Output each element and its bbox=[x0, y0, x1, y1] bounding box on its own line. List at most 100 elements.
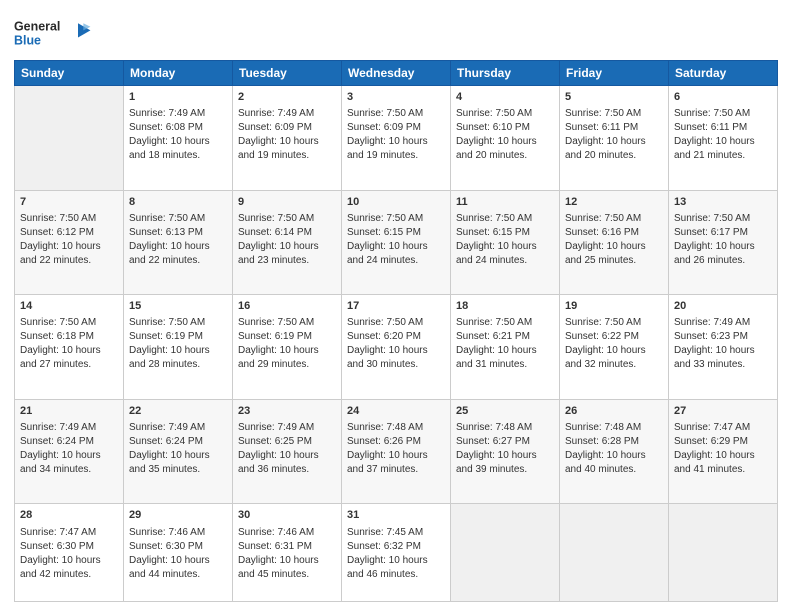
day-number: 6 bbox=[674, 90, 772, 105]
day-number: 30 bbox=[238, 508, 336, 523]
calendar-cell: 11Sunrise: 7:50 AM Sunset: 6:15 PM Dayli… bbox=[451, 190, 560, 295]
calendar-cell: 15 Sunrise: 7:50 AM Sunset: 6:19 PM Dayli… bbox=[124, 295, 233, 400]
day-info: Sunrise: 7:48 AM Sunset: 6:28 PM Dayligh… bbox=[565, 421, 663, 477]
day-number: 18 bbox=[456, 299, 554, 314]
day-number: 9 bbox=[238, 195, 336, 210]
day-number: 24 bbox=[347, 404, 445, 419]
day-info: Sunrise: 7:50 AM Sunset: 6:15 PM Dayligh… bbox=[347, 212, 445, 268]
weekday-header-row: SundayMondayTuesdayWednesdayThursdayFrid… bbox=[15, 61, 778, 86]
weekday-header-monday: Monday bbox=[124, 61, 233, 86]
day-info: Sunrise: 7:50 AM Sunset: 6:16 PM Dayligh… bbox=[565, 212, 663, 268]
day-info: Sunrise: 7:50 AM Sunset: 6:13 PM Dayligh… bbox=[129, 212, 227, 268]
calendar-cell: 14 Sunrise: 7:50 AM Sunset: 6:18 PM Dayli… bbox=[15, 295, 124, 400]
day-number: 20 bbox=[674, 299, 772, 314]
day-info: Sunrise: 7:49 AM Sunset: 6:24 PM Dayligh… bbox=[129, 421, 227, 477]
day-info: Sunrise: 7:50 AM Sunset: 6:15 PM Dayligh… bbox=[456, 212, 554, 268]
calendar-cell: 12 Sunrise: 7:50 AM Sunset: 6:16 PM Dayli… bbox=[560, 190, 669, 295]
day-number: 23 bbox=[238, 404, 336, 419]
calendar-cell: 19 Sunrise: 7:50 AM Sunset: 6:22 PM Dayli… bbox=[560, 295, 669, 400]
day-number: 1 bbox=[129, 90, 227, 105]
calendar-table: SundayMondayTuesdayWednesdayThursdayFrid… bbox=[14, 60, 778, 602]
weekday-header-sunday: Sunday bbox=[15, 61, 124, 86]
calendar-cell: 23Sunrise: 7:49 AM Sunset: 6:25 PM Dayli… bbox=[233, 399, 342, 504]
calendar-cell: 18Sunrise: 7:50 AM Sunset: 6:21 PM Dayli… bbox=[451, 295, 560, 400]
calendar-cell: 21 Sunrise: 7:49 AM Sunset: 6:24 PM Dayli… bbox=[15, 399, 124, 504]
svg-text:Blue: Blue bbox=[14, 34, 41, 48]
day-number: 26 bbox=[565, 404, 663, 419]
day-info: Sunrise: 7:49 AM Sunset: 6:23 PM Dayligh… bbox=[674, 316, 772, 372]
day-info: Sunrise: 7:47 AM Sunset: 6:29 PM Dayligh… bbox=[674, 421, 772, 477]
day-number: 10 bbox=[347, 195, 445, 210]
calendar-cell: 1 Sunrise: 7:49 AM Sunset: 6:08 PM Daylig… bbox=[124, 86, 233, 191]
day-info: Sunrise: 7:49 AM Sunset: 6:09 PM Dayligh… bbox=[238, 107, 336, 163]
day-number: 8 bbox=[129, 195, 227, 210]
calendar-cell: 28 Sunrise: 7:47 AM Sunset: 6:30 PM Dayli… bbox=[15, 504, 124, 602]
calendar-cell: 7 Sunrise: 7:50 AM Sunset: 6:12 PM Daylig… bbox=[15, 190, 124, 295]
day-number: 17 bbox=[347, 299, 445, 314]
day-info: Sunrise: 7:50 AM Sunset: 6:18 PM Dayligh… bbox=[20, 316, 118, 372]
day-number: 27 bbox=[674, 404, 772, 419]
calendar-week-1: 1 Sunrise: 7:49 AM Sunset: 6:08 PM Daylig… bbox=[15, 86, 778, 191]
day-number: 4 bbox=[456, 90, 554, 105]
day-info: Sunrise: 7:50 AM Sunset: 6:11 PM Dayligh… bbox=[674, 107, 772, 163]
calendar-cell: 20 Sunrise: 7:49 AM Sunset: 6:23 PM Dayli… bbox=[669, 295, 778, 400]
weekday-header-tuesday: Tuesday bbox=[233, 61, 342, 86]
calendar-cell bbox=[669, 504, 778, 602]
day-info: Sunrise: 7:50 AM Sunset: 6:19 PM Dayligh… bbox=[238, 316, 336, 372]
calendar-cell bbox=[560, 504, 669, 602]
day-number: 25 bbox=[456, 404, 554, 419]
day-number: 28 bbox=[20, 508, 118, 523]
weekday-header-wednesday: Wednesday bbox=[342, 61, 451, 86]
calendar-cell: 13 Sunrise: 7:50 AM Sunset: 6:17 PM Dayli… bbox=[669, 190, 778, 295]
day-info: Sunrise: 7:50 AM Sunset: 6:11 PM Dayligh… bbox=[565, 107, 663, 163]
day-info: Sunrise: 7:50 AM Sunset: 6:10 PM Dayligh… bbox=[456, 107, 554, 163]
day-number: 31 bbox=[347, 508, 445, 523]
day-info: Sunrise: 7:50 AM Sunset: 6:19 PM Dayligh… bbox=[129, 316, 227, 372]
calendar-cell: 30 Sunrise: 7:46 AM Sunset: 6:31 PM Dayli… bbox=[233, 504, 342, 602]
calendar-cell: 10 Sunrise: 7:50 AM Sunset: 6:15 PM Dayli… bbox=[342, 190, 451, 295]
day-number: 7 bbox=[20, 195, 118, 210]
calendar-week-3: 14 Sunrise: 7:50 AM Sunset: 6:18 PM Dayli… bbox=[15, 295, 778, 400]
day-number: 14 bbox=[20, 299, 118, 314]
calendar-cell: 3 Sunrise: 7:50 AM Sunset: 6:09 PM Daylig… bbox=[342, 86, 451, 191]
day-number: 2 bbox=[238, 90, 336, 105]
day-info: Sunrise: 7:47 AM Sunset: 6:30 PM Dayligh… bbox=[20, 526, 118, 582]
calendar-cell: 8 Sunrise: 7:50 AM Sunset: 6:13 PM Daylig… bbox=[124, 190, 233, 295]
calendar-cell: 31Sunrise: 7:45 AM Sunset: 6:32 PM Dayli… bbox=[342, 504, 451, 602]
day-info: Sunrise: 7:49 AM Sunset: 6:08 PM Dayligh… bbox=[129, 107, 227, 163]
day-number: 29 bbox=[129, 508, 227, 523]
page: General Blue SundayMondayTuesdayWednesda… bbox=[0, 0, 792, 612]
day-number: 22 bbox=[129, 404, 227, 419]
weekday-header-thursday: Thursday bbox=[451, 61, 560, 86]
day-info: Sunrise: 7:46 AM Sunset: 6:30 PM Dayligh… bbox=[129, 526, 227, 582]
day-info: Sunrise: 7:46 AM Sunset: 6:31 PM Dayligh… bbox=[238, 526, 336, 582]
day-number: 21 bbox=[20, 404, 118, 419]
day-info: Sunrise: 7:49 AM Sunset: 6:24 PM Dayligh… bbox=[20, 421, 118, 477]
calendar-cell: 9 Sunrise: 7:50 AM Sunset: 6:14 PM Daylig… bbox=[233, 190, 342, 295]
calendar-cell bbox=[451, 504, 560, 602]
calendar-cell: 27 Sunrise: 7:47 AM Sunset: 6:29 PM Dayli… bbox=[669, 399, 778, 504]
day-number: 13 bbox=[674, 195, 772, 210]
day-number: 3 bbox=[347, 90, 445, 105]
calendar-cell: 4 Sunrise: 7:50 AM Sunset: 6:10 PM Daylig… bbox=[451, 86, 560, 191]
day-number: 5 bbox=[565, 90, 663, 105]
logo-svg: General Blue bbox=[14, 14, 94, 52]
calendar-cell: 2 Sunrise: 7:49 AM Sunset: 6:09 PM Daylig… bbox=[233, 86, 342, 191]
day-number: 15 bbox=[129, 299, 227, 314]
day-info: Sunrise: 7:50 AM Sunset: 6:17 PM Dayligh… bbox=[674, 212, 772, 268]
calendar-cell: 26 Sunrise: 7:48 AM Sunset: 6:28 PM Dayli… bbox=[560, 399, 669, 504]
day-info: Sunrise: 7:48 AM Sunset: 6:27 PM Dayligh… bbox=[456, 421, 554, 477]
day-info: Sunrise: 7:50 AM Sunset: 6:14 PM Dayligh… bbox=[238, 212, 336, 268]
calendar-week-2: 7 Sunrise: 7:50 AM Sunset: 6:12 PM Daylig… bbox=[15, 190, 778, 295]
calendar-week-4: 21 Sunrise: 7:49 AM Sunset: 6:24 PM Dayli… bbox=[15, 399, 778, 504]
day-info: Sunrise: 7:50 AM Sunset: 6:22 PM Dayligh… bbox=[565, 316, 663, 372]
calendar-cell: 25 Sunrise: 7:48 AM Sunset: 6:27 PM Dayli… bbox=[451, 399, 560, 504]
day-number: 16 bbox=[238, 299, 336, 314]
day-number: 19 bbox=[565, 299, 663, 314]
day-info: Sunrise: 7:50 AM Sunset: 6:09 PM Dayligh… bbox=[347, 107, 445, 163]
calendar-cell: 6 Sunrise: 7:50 AM Sunset: 6:11 PM Daylig… bbox=[669, 86, 778, 191]
weekday-header-friday: Friday bbox=[560, 61, 669, 86]
calendar-cell: 5 Sunrise: 7:50 AM Sunset: 6:11 PM Daylig… bbox=[560, 86, 669, 191]
day-info: Sunrise: 7:50 AM Sunset: 6:12 PM Dayligh… bbox=[20, 212, 118, 268]
day-number: 12 bbox=[565, 195, 663, 210]
